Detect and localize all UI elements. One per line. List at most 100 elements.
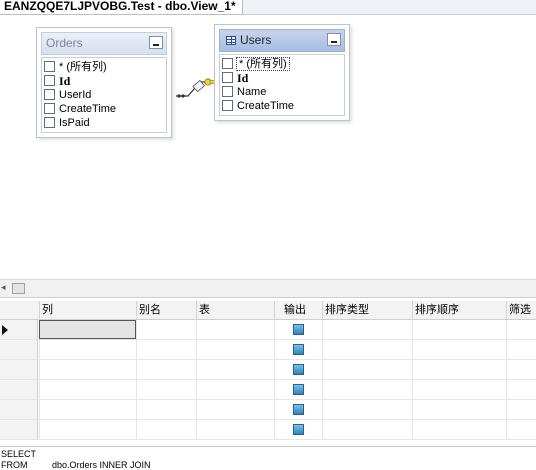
orders-column-ispaid[interactable]: IsPaid: [42, 116, 166, 130]
cell-sort-type[interactable]: [322, 380, 412, 399]
cell-column[interactable]: [39, 320, 136, 339]
cell-alias[interactable]: [136, 380, 196, 399]
cell-filter[interactable]: [506, 420, 536, 439]
cell-table[interactable]: [196, 400, 274, 419]
output-checkbox-icon[interactable]: [293, 424, 304, 435]
criteria-row[interactable]: [0, 420, 536, 440]
cell-alias[interactable]: [136, 320, 196, 339]
checkbox-icon[interactable]: [44, 75, 55, 86]
row-header[interactable]: [0, 320, 38, 339]
cell-sort-type[interactable]: [322, 340, 412, 359]
criteria-row[interactable]: [0, 360, 536, 380]
diagram-horizontal-scrollbar[interactable]: ◂: [0, 279, 536, 298]
cell-output[interactable]: [274, 340, 322, 359]
orders-table[interactable]: Orders * (所有列) Id UserId CreateTime IsPa…: [36, 27, 172, 138]
cell-sort-order[interactable]: [412, 380, 506, 399]
cell-output[interactable]: [274, 320, 322, 339]
join-connector-icon[interactable]: [172, 70, 220, 110]
row-header[interactable]: [0, 380, 38, 399]
checkbox-icon[interactable]: [222, 72, 233, 83]
orders-column-id[interactable]: Id: [42, 74, 166, 88]
document-tab[interactable]: EANZQQE7LJPVOBG.Test - dbo.View_1*: [0, 0, 243, 15]
header-sort-order[interactable]: 排序顺序: [412, 301, 506, 319]
checkbox-icon[interactable]: [222, 58, 233, 69]
cell-filter[interactable]: [506, 340, 536, 359]
header-table[interactable]: 表: [196, 301, 274, 319]
row-header[interactable]: [0, 420, 38, 439]
output-checkbox-icon[interactable]: [293, 344, 304, 355]
criteria-grid[interactable]: 列 别名 表 输出 排序类型 排序顺序 筛选: [0, 301, 536, 443]
criteria-row[interactable]: [0, 340, 536, 360]
cell-table[interactable]: [196, 340, 274, 359]
criteria-row[interactable]: [0, 380, 536, 400]
header-alias[interactable]: 别名: [136, 301, 196, 319]
checkbox-icon[interactable]: [222, 86, 233, 97]
cell-table[interactable]: [196, 380, 274, 399]
cell-column[interactable]: [39, 380, 136, 399]
cell-table[interactable]: [196, 420, 274, 439]
orders-table-header[interactable]: Orders: [41, 32, 167, 55]
checkbox-icon[interactable]: [222, 100, 233, 111]
header-output[interactable]: 输出: [274, 301, 322, 319]
cell-column[interactable]: [39, 400, 136, 419]
cell-sort-type[interactable]: [322, 320, 412, 339]
row-header[interactable]: [0, 360, 38, 379]
diagram-pane[interactable]: Orders * (所有列) Id UserId CreateTime IsPa…: [0, 15, 536, 278]
cell-sort-type[interactable]: [322, 360, 412, 379]
users-column-id[interactable]: Id: [220, 71, 344, 85]
cell-column[interactable]: [39, 360, 136, 379]
orders-column-createtime[interactable]: CreateTime: [42, 102, 166, 116]
criteria-row[interactable]: [0, 320, 536, 340]
scroll-left-icon[interactable]: ◂: [1, 283, 6, 293]
cell-sort-order[interactable]: [412, 320, 506, 339]
cell-sort-order[interactable]: [412, 360, 506, 379]
users-column-all[interactable]: * (所有列): [220, 57, 344, 71]
orders-column-userid[interactable]: UserId: [42, 88, 166, 102]
cell-table[interactable]: [196, 360, 274, 379]
cell-sort-order[interactable]: [412, 340, 506, 359]
cell-column[interactable]: [39, 420, 136, 439]
cell-filter[interactable]: [506, 400, 536, 419]
output-checkbox-icon[interactable]: [293, 384, 304, 395]
criteria-row[interactable]: [0, 400, 536, 420]
scrollbar-thumb[interactable]: [12, 283, 25, 294]
checkbox-icon[interactable]: [44, 89, 55, 100]
cell-sort-type[interactable]: [322, 400, 412, 419]
header-filter[interactable]: 筛选: [506, 301, 536, 319]
cell-sort-order[interactable]: [412, 400, 506, 419]
cell-alias[interactable]: [136, 420, 196, 439]
output-checkbox-icon[interactable]: [293, 364, 304, 375]
cell-sort-type[interactable]: [322, 420, 412, 439]
minimize-icon[interactable]: [327, 33, 341, 46]
minimize-icon[interactable]: [149, 36, 163, 49]
cell-output[interactable]: [274, 380, 322, 399]
header-sort-type[interactable]: 排序类型: [322, 301, 412, 319]
output-checkbox-icon[interactable]: [293, 404, 304, 415]
cell-filter[interactable]: [506, 360, 536, 379]
cell-alias[interactable]: [136, 400, 196, 419]
cell-alias[interactable]: [136, 340, 196, 359]
users-table-header[interactable]: Users: [219, 29, 345, 52]
cell-filter[interactable]: [506, 320, 536, 339]
cell-alias[interactable]: [136, 360, 196, 379]
orders-column-all[interactable]: * (所有列): [42, 60, 166, 74]
checkbox-icon[interactable]: [44, 117, 55, 128]
cell-filter[interactable]: [506, 380, 536, 399]
users-column-name[interactable]: Name: [220, 85, 344, 99]
cell-output[interactable]: [274, 420, 322, 439]
cell-output[interactable]: [274, 400, 322, 419]
orders-column-list: * (所有列) Id UserId CreateTime IsPaid: [41, 57, 167, 133]
cell-table[interactable]: [196, 320, 274, 339]
header-column[interactable]: 列: [39, 301, 136, 319]
users-column-createtime[interactable]: CreateTime: [220, 99, 344, 113]
checkbox-icon[interactable]: [44, 61, 55, 72]
cell-output[interactable]: [274, 360, 322, 379]
cell-column[interactable]: [39, 340, 136, 359]
users-table[interactable]: Users * (所有列) Id Name CreateTime: [214, 24, 350, 121]
output-checkbox-icon[interactable]: [293, 324, 304, 335]
row-header[interactable]: [0, 340, 38, 359]
sql-pane[interactable]: SELECT FROM dbo.Orders INNER JOIN: [0, 446, 536, 470]
cell-sort-order[interactable]: [412, 420, 506, 439]
row-header[interactable]: [0, 400, 38, 419]
checkbox-icon[interactable]: [44, 103, 55, 114]
